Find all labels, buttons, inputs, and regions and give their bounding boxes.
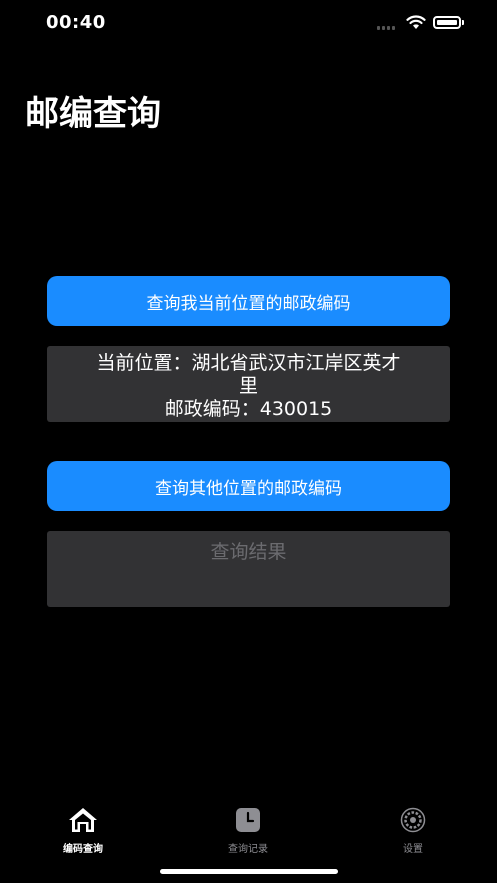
status-bar: 00:40 <box>0 0 497 50</box>
wifi-icon <box>406 15 426 29</box>
page-title: 邮编查询 <box>25 94 161 134</box>
tab-label: 查询记录 <box>228 844 268 855</box>
battery-tip <box>462 20 464 25</box>
house-icon <box>69 808 97 832</box>
query-result-field[interactable] <box>47 531 450 607</box>
gear-icon <box>400 807 426 833</box>
location-line-1: 当前位置：湖北省武汉市江岸区英才 <box>96 352 401 374</box>
cellular-signal-icon <box>377 24 399 30</box>
clock-icon <box>236 808 260 832</box>
tab-label: 设置 <box>403 844 423 855</box>
query-other-location-button[interactable]: 查询其他位置的邮政编码 <box>47 461 450 511</box>
status-time: 00:40 <box>46 12 106 33</box>
tab-query-history[interactable]: 查询记录 <box>198 806 298 855</box>
battery-icon <box>433 16 461 29</box>
tab-label: 编码查询 <box>63 844 103 855</box>
home-indicator <box>160 869 338 874</box>
query-current-location-button[interactable]: 查询我当前位置的邮政编码 <box>47 276 450 326</box>
tab-postcode-query[interactable]: 编码查询 <box>33 806 133 855</box>
location-line-2: 里 <box>238 375 258 397</box>
current-location-info: 当前位置：湖北省武汉市江岸区英才 里 邮政编码：430015 <box>47 346 450 422</box>
postcode-line: 邮政编码：430015 <box>164 398 333 420</box>
tab-settings[interactable]: 设置 <box>363 806 463 855</box>
